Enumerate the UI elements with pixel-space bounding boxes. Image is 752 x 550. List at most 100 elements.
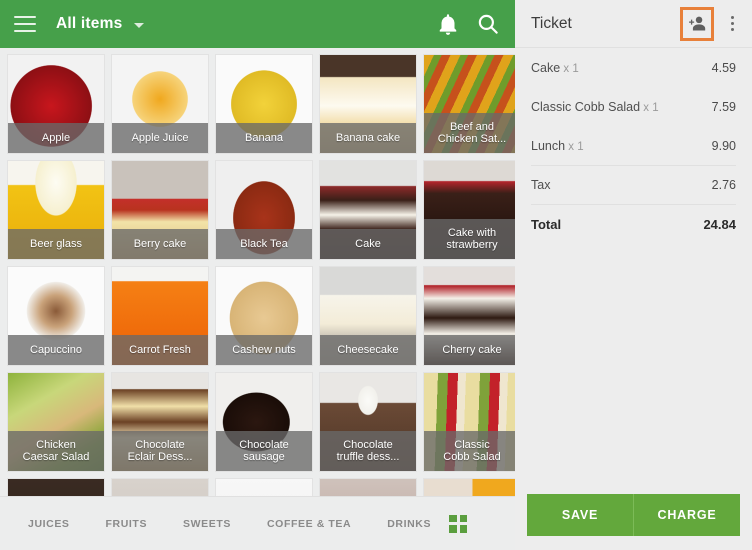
ticket-line-item[interactable]: Classic Cobb Salad x 1 7.59 <box>531 87 736 126</box>
product-label: Chocolate sausage <box>239 438 289 464</box>
ticket-line-name: Tax <box>531 178 551 192</box>
search-icon[interactable] <box>475 11 501 37</box>
product-label: Beef and Chicken Sat... <box>437 120 507 146</box>
hamburger-menu-icon[interactable] <box>14 16 36 32</box>
ticket-line-qty: x 1 <box>640 101 659 114</box>
product-label-band: Capuccino <box>8 335 104 365</box>
product-tile[interactable]: Cheesecake <box>319 266 417 366</box>
ticket-line-price: 9.90 <box>711 138 736 153</box>
product-label: Banana cake <box>335 131 401 144</box>
ticket-line-name: Classic Cobb Salad x 1 <box>531 100 659 114</box>
product-label: Apple Juice <box>131 131 189 144</box>
product-tile[interactable]: Banana cake <box>319 54 417 154</box>
product-tile[interactable]: Cherry cake <box>423 266 515 366</box>
product-label-band: Apple Juice <box>112 123 208 153</box>
product-label: Chocolate truffle dess... <box>336 438 400 464</box>
product-label: Capuccino <box>30 343 82 356</box>
chevron-down-icon[interactable] <box>134 23 145 28</box>
ticket-line-label: Lunch <box>531 138 566 153</box>
product-label: Carrot Fresh <box>129 343 191 356</box>
ticket-title: Ticket <box>531 14 572 32</box>
ticket-action-bar: SAVE CHARGE <box>515 486 752 550</box>
product-label-band: Beer glass <box>8 229 104 259</box>
product-tile-partial[interactable] <box>111 478 209 496</box>
product-grid-scroll[interactable]: Apple Apple Juice Banana Banana cake Beef an… <box>0 48 515 496</box>
product-tile[interactable]: Cashew nuts <box>215 266 313 366</box>
product-tile-partial[interactable] <box>7 478 105 496</box>
product-label-band: Classic Cobb Salad <box>424 431 515 471</box>
product-label-band: Black Tea <box>216 229 312 259</box>
ticket-tax-row[interactable]: Tax 2.76 <box>531 165 736 204</box>
product-label-band: Chocolate sausage <box>216 431 312 471</box>
product-label: Cheesecake <box>337 343 399 356</box>
more-vertical-icon[interactable] <box>722 11 742 37</box>
page-title: All items <box>56 15 123 32</box>
category-tab-sweets[interactable]: SWEETS <box>183 518 231 530</box>
product-label: Cake with strawberry <box>446 226 498 252</box>
product-image <box>424 479 515 496</box>
product-tile[interactable]: Carrot Fresh <box>111 266 209 366</box>
product-tile[interactable]: Black Tea <box>215 160 313 260</box>
product-tile[interactable]: Apple Juice <box>111 54 209 154</box>
ticket-line-name: Cake x 1 <box>531 61 579 75</box>
product-tile-partial[interactable] <box>319 478 417 496</box>
ticket-lines: Cake x 1 4.59 Classic Cobb Salad x 1 7.59 Lu… <box>515 48 752 486</box>
product-label-band: Cake <box>320 229 416 259</box>
product-tile[interactable]: Beer glass <box>7 160 105 260</box>
product-label: Beer glass <box>30 237 82 250</box>
category-tab-coffee-tea[interactable]: COFFEE & TEA <box>267 518 351 530</box>
product-label-band: Banana cake <box>320 123 416 153</box>
bell-icon[interactable] <box>435 11 461 37</box>
ticket-line-item[interactable]: Lunch x 1 9.90 <box>531 126 736 165</box>
product-tile[interactable]: Banana <box>215 54 313 154</box>
product-tile-partial[interactable] <box>423 478 515 496</box>
product-image <box>320 479 416 496</box>
product-image <box>112 479 208 496</box>
product-label: Classic Cobb Salad <box>443 438 501 464</box>
charge-button[interactable]: CHARGE <box>634 494 740 536</box>
product-tile[interactable]: Chocolate Eclair Dess... <box>111 372 209 472</box>
ticket-line-label: Cake <box>531 60 561 75</box>
ticket-header: Ticket <box>515 0 752 48</box>
ticket-line-price: 4.59 <box>711 60 736 75</box>
category-tab-juices[interactable]: JUICES <box>28 518 70 530</box>
product-tile[interactable]: Chocolate sausage <box>215 372 313 472</box>
product-tile[interactable]: Chocolate truffle dess... <box>319 372 417 472</box>
product-tile[interactable]: Cake <box>319 160 417 260</box>
product-tile[interactable]: Apple <box>7 54 105 154</box>
save-button[interactable]: SAVE <box>527 494 633 536</box>
ticket-total-row[interactable]: Total 24.84 <box>531 204 736 243</box>
ticket-line-qty: x 1 <box>565 140 584 153</box>
product-tile[interactable]: Capuccino <box>7 266 105 366</box>
product-label-band: Chicken Caesar Salad <box>8 431 104 471</box>
product-label-band: Banana <box>216 123 312 153</box>
product-tile[interactable]: Berry cake <box>111 160 209 260</box>
product-label-band: Cheesecake <box>320 335 416 365</box>
product-label: Cake <box>355 237 381 250</box>
grid-view-icon[interactable] <box>449 514 467 533</box>
pos-app: All items Apple Apple Juice Banana Banana c… <box>0 0 752 550</box>
ticket-pane: Ticket Cake x 1 4.59 Classic Cobb Salad x … <box>515 0 752 550</box>
ticket-line-name: Lunch x 1 <box>531 139 584 153</box>
add-person-icon[interactable] <box>680 6 714 41</box>
category-tab-bar: JUICES FRUITS SWEETS COFFEE & TEA DRINKS <box>0 496 515 550</box>
category-tab-drinks[interactable]: DRINKS <box>387 518 431 530</box>
product-label: Black Tea <box>240 237 288 250</box>
product-tile[interactable]: Beef and Chicken Sat... <box>423 54 515 154</box>
app-top-bar: All items <box>0 0 515 48</box>
ticket-line-item[interactable]: Cake x 1 4.59 <box>531 48 736 87</box>
product-label-band: Chocolate truffle dess... <box>320 431 416 471</box>
product-tile[interactable]: Classic Cobb Salad <box>423 372 515 472</box>
category-tab-fruits[interactable]: FRUITS <box>106 518 148 530</box>
product-label-band: Berry cake <box>112 229 208 259</box>
product-tile-partial[interactable] <box>215 478 313 496</box>
product-tile[interactable]: Cake with strawberry <box>423 160 515 260</box>
ticket-line-price: 24.84 <box>703 216 736 232</box>
product-label-band: Cashew nuts <box>216 335 312 365</box>
product-tile[interactable]: Chicken Caesar Salad <box>7 372 105 472</box>
product-label: Cherry cake <box>442 343 502 356</box>
ticket-line-label: Classic Cobb Salad <box>531 99 641 114</box>
product-label-band: Chocolate Eclair Dess... <box>112 431 208 471</box>
product-label-band: Cake with strawberry <box>424 219 515 259</box>
product-label: Chocolate Eclair Dess... <box>127 438 193 464</box>
